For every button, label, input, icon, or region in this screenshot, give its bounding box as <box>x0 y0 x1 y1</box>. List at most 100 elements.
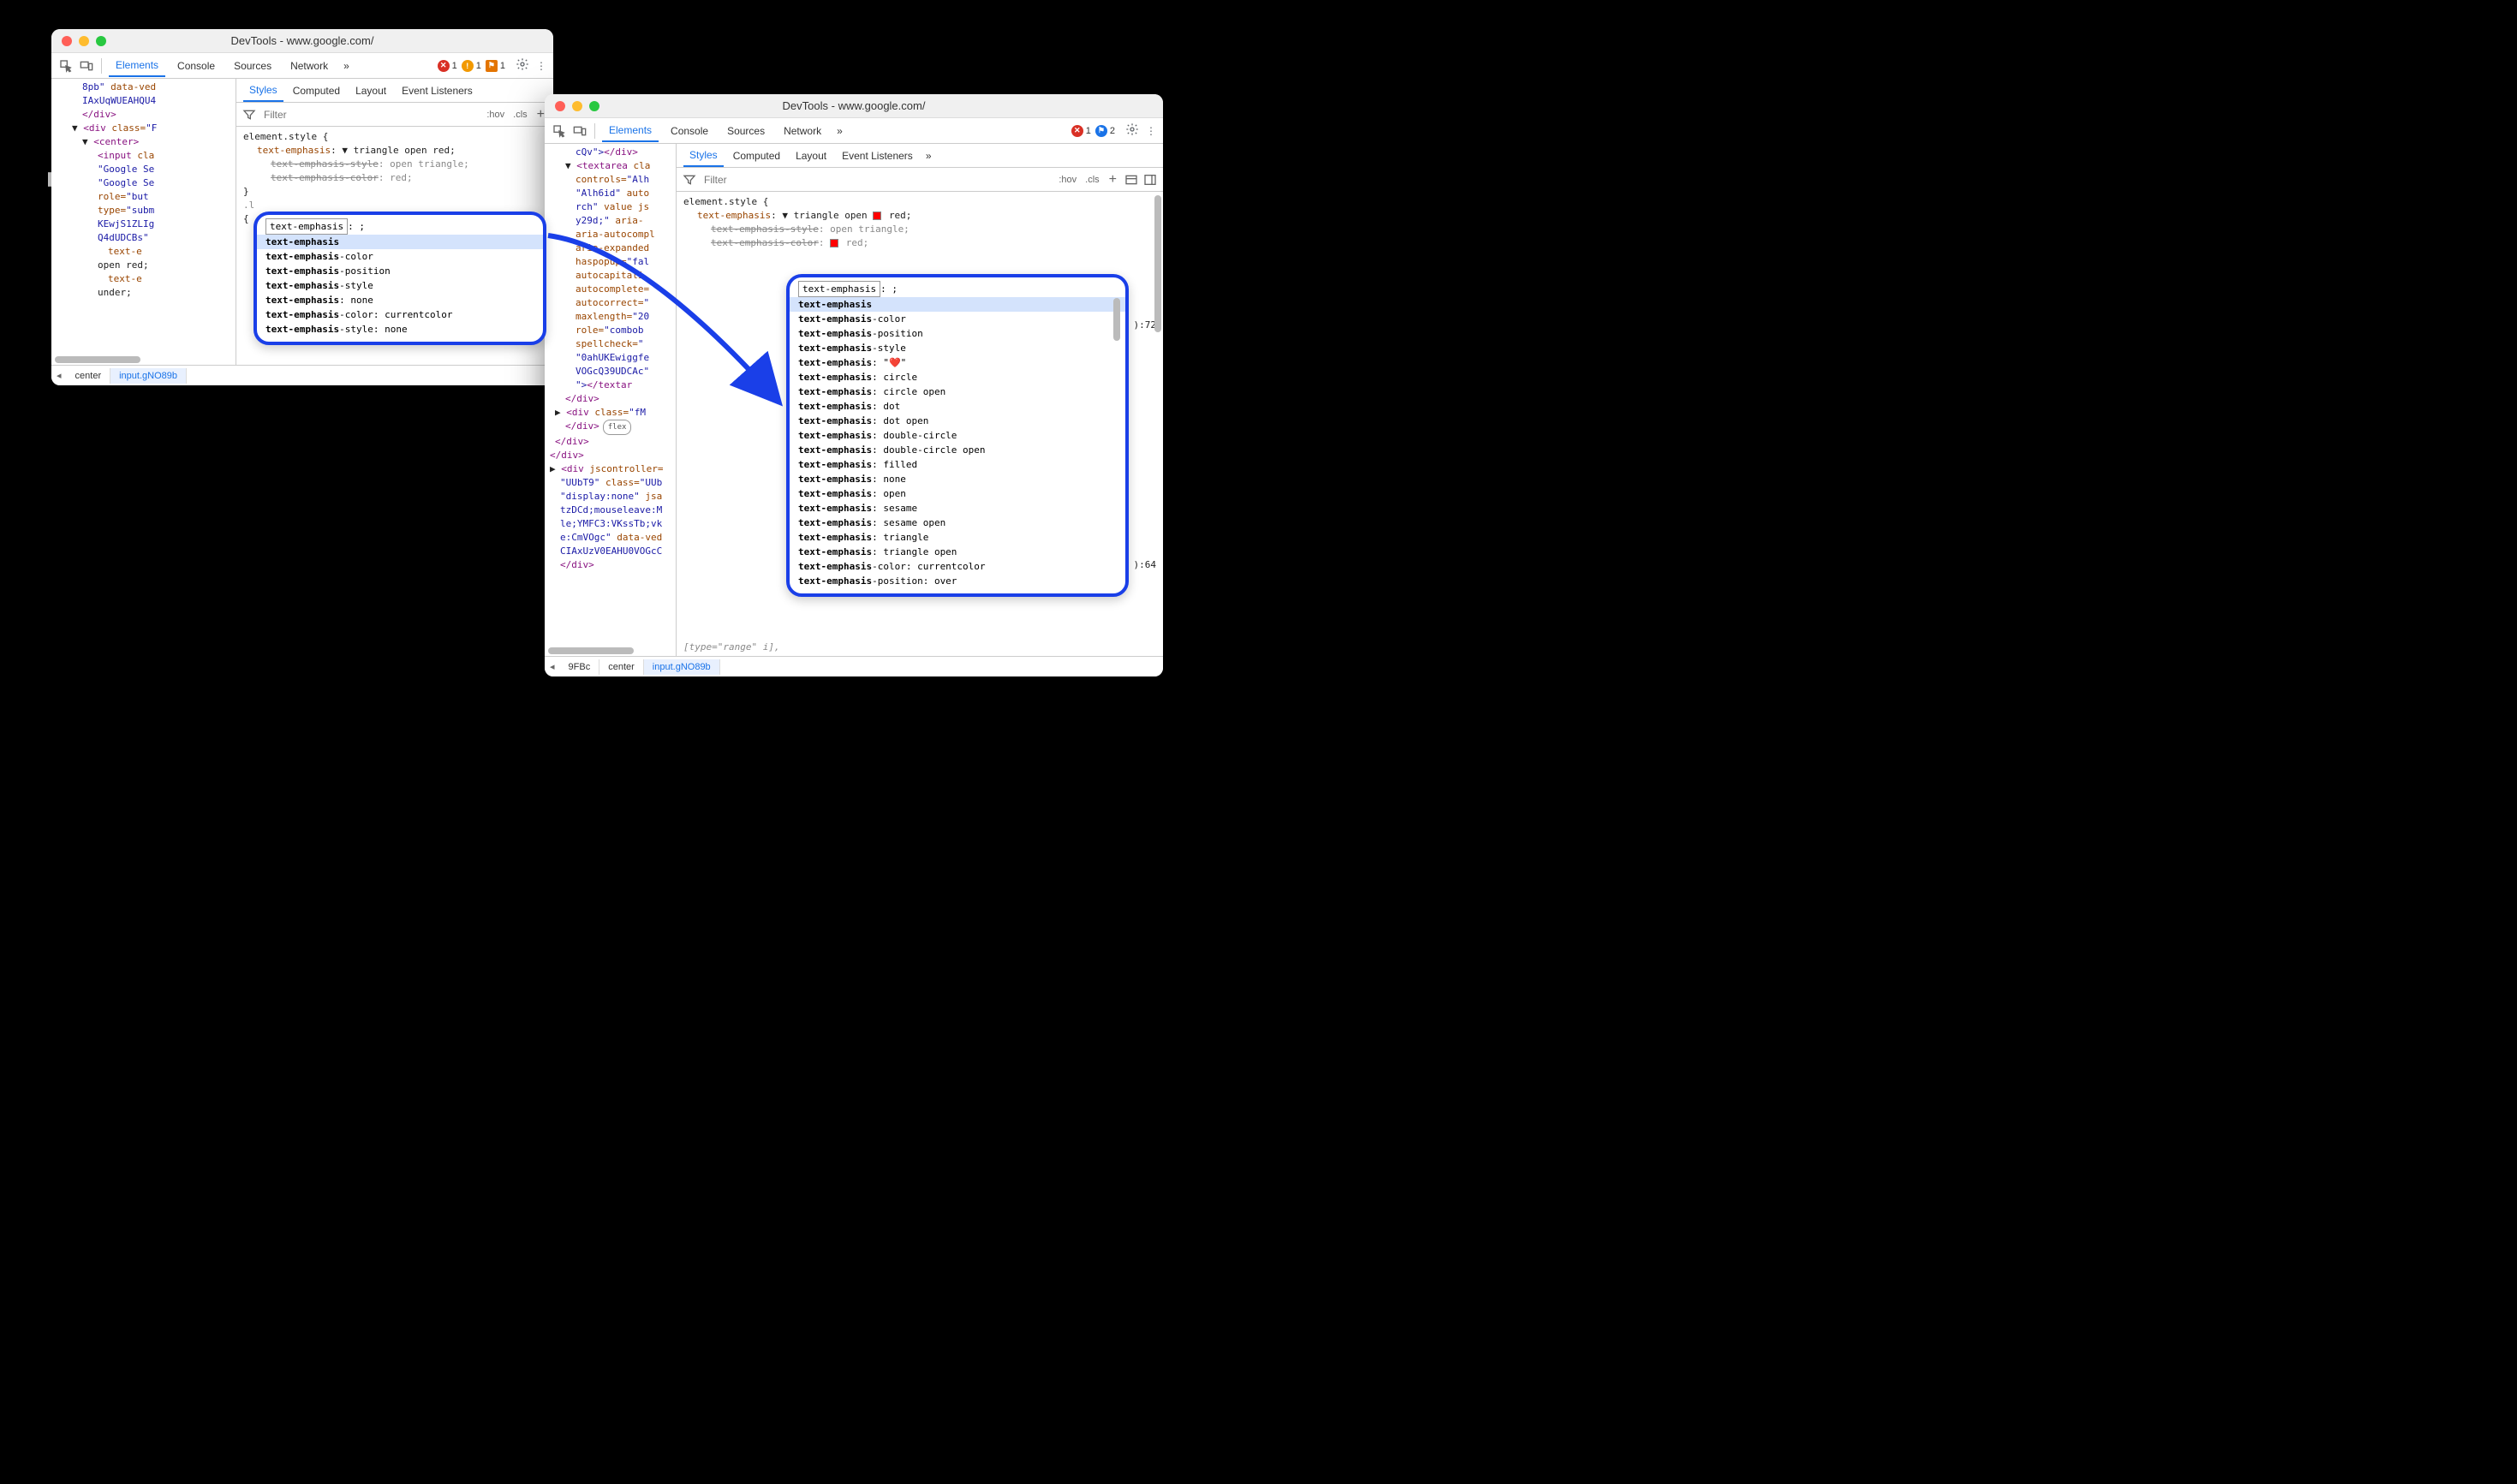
filter-row: :hov .cls + <box>677 168 1163 192</box>
breadcrumb-bar: ◂ 9FBc center input.gNO89b <box>545 656 1163 676</box>
autocomplete-item[interactable]: text-emphasis: none <box>790 472 1125 486</box>
more-icon[interactable]: ⋮ <box>1146 125 1156 137</box>
sidebar-toggle-icon[interactable] <box>1142 172 1158 188</box>
autocomplete-item[interactable]: text-emphasis: "❤️" <box>790 355 1125 370</box>
close-window-button[interactable] <box>555 101 565 111</box>
tab-console[interactable]: Console <box>664 121 715 141</box>
hov-button[interactable]: :hov <box>484 108 507 122</box>
window-title: DevTools - www.google.com/ <box>231 34 374 47</box>
css-property-input[interactable]: text-emphasis <box>265 218 348 235</box>
tab-sources[interactable]: Sources <box>227 56 278 76</box>
autocomplete-item[interactable]: text-emphasis: circle <box>790 370 1125 384</box>
issue-icon: ⚑ <box>486 60 498 72</box>
breadcrumb-bar: ◂ center input.gNO89b <box>51 365 553 385</box>
maximize-window-button[interactable] <box>589 101 599 111</box>
titlebar: DevTools - www.google.com/ <box>545 94 1163 118</box>
autocomplete-item[interactable]: text-emphasis: double-circle <box>790 428 1125 443</box>
cls-button[interactable]: .cls <box>1083 173 1102 187</box>
autocomplete-item[interactable]: text-emphasis-style <box>790 341 1125 355</box>
device-icon[interactable] <box>572 123 587 139</box>
tab-network[interactable]: Network <box>777 121 828 141</box>
filter-icon[interactable] <box>242 107 257 122</box>
close-window-button[interactable] <box>62 36 72 46</box>
autocomplete-item[interactable]: text-emphasis: double-circle open <box>790 443 1125 457</box>
side-tabs-overflow-icon[interactable]: » <box>922 148 935 164</box>
dom-tree-panel[interactable]: 8pb" data-ved IAxUqWUEAHQU4 </div> ▼ <di… <box>51 79 236 365</box>
breadcrumb-item[interactable]: center <box>67 368 111 384</box>
main-toolbar: Elements Console Sources Network » ✕1 !1… <box>51 53 553 79</box>
inspect-icon[interactable] <box>58 58 74 74</box>
breadcrumb-item[interactable]: center <box>599 659 644 675</box>
vertical-scrollbar[interactable] <box>1154 195 1161 332</box>
autocomplete-item[interactable]: text-emphasis: sesame open <box>790 516 1125 530</box>
settings-icon[interactable] <box>1125 122 1139 139</box>
autocomplete-item[interactable]: text-emphasis: triangle <box>790 530 1125 545</box>
autocomplete-item[interactable]: text-emphasis: dot <box>790 399 1125 414</box>
autocomplete-item[interactable]: text-emphasis-position <box>790 326 1125 341</box>
filter-input[interactable] <box>260 107 480 122</box>
autocomplete-item[interactable]: text-emphasis <box>257 235 543 249</box>
inspect-icon[interactable] <box>552 123 567 139</box>
tab-elements[interactable]: Elements <box>602 120 659 142</box>
autocomplete-item[interactable]: text-emphasis-style: none <box>257 322 543 337</box>
computed-toggle-icon[interactable] <box>1124 172 1139 188</box>
side-tab-layout[interactable]: Layout <box>790 146 832 166</box>
filter-icon[interactable] <box>682 172 697 188</box>
hov-button[interactable]: :hov <box>1056 173 1079 187</box>
autocomplete-item[interactable]: text-emphasis-style <box>257 278 543 293</box>
vertical-scrollbar[interactable] <box>1113 298 1120 341</box>
autocomplete-item[interactable]: text-emphasis-color: currentcolor <box>257 307 543 322</box>
tab-console[interactable]: Console <box>170 56 222 76</box>
error-icon: ✕ <box>1071 125 1083 137</box>
add-rule-button[interactable]: + <box>1106 172 1120 188</box>
side-tabs: Styles Computed Layout Event Listeners <box>236 79 553 103</box>
autocomplete-item[interactable]: text-emphasis-color <box>257 249 543 264</box>
tab-network[interactable]: Network <box>283 56 335 76</box>
breadcrumb-item-selected[interactable]: input.gNO89b <box>110 368 187 384</box>
autocomplete-popup-1: text-emphasis: ; text-emphasistext-empha… <box>253 212 546 345</box>
side-tab-listeners[interactable]: Event Listeners <box>396 80 479 101</box>
tabs-overflow-icon[interactable]: » <box>340 58 353 74</box>
breadcrumb-left-arrow[interactable]: ◂ <box>545 661 560 672</box>
autocomplete-item[interactable]: text-emphasis <box>790 297 1125 312</box>
cls-button[interactable]: .cls <box>510 108 530 122</box>
horizontal-scrollbar[interactable] <box>548 647 634 654</box>
tab-sources[interactable]: Sources <box>720 121 772 141</box>
more-icon[interactable]: ⋮ <box>536 60 546 72</box>
side-tab-computed[interactable]: Computed <box>287 80 346 101</box>
autocomplete-item[interactable]: text-emphasis: triangle open <box>790 545 1125 559</box>
minimize-window-button[interactable] <box>79 36 89 46</box>
filter-input[interactable] <box>701 172 1053 188</box>
autocomplete-item[interactable]: text-emphasis-position: over <box>790 574 1125 588</box>
autocomplete-item[interactable]: text-emphasis: circle open <box>790 384 1125 399</box>
side-tab-styles[interactable]: Styles <box>683 145 724 167</box>
horizontal-scrollbar[interactable] <box>55 356 140 363</box>
console-badges[interactable]: ✕1 ⚑2 <box>1071 125 1118 137</box>
side-tab-computed[interactable]: Computed <box>727 146 786 166</box>
breadcrumb-left-arrow[interactable]: ◂ <box>51 370 67 381</box>
autocomplete-item[interactable]: text-emphasis-position <box>257 264 543 278</box>
autocomplete-item[interactable]: text-emphasis-color <box>790 312 1125 326</box>
traffic-lights <box>555 101 599 111</box>
autocomplete-item[interactable]: text-emphasis: none <box>257 293 543 307</box>
settings-icon[interactable] <box>516 57 529 74</box>
dom-tree-panel[interactable]: cQv"></div> ▼ <textarea cla controls="Al… <box>545 144 677 656</box>
tab-elements[interactable]: Elements <box>109 55 165 77</box>
side-tab-listeners[interactable]: Event Listeners <box>836 146 919 166</box>
minimize-window-button[interactable] <box>572 101 582 111</box>
css-property-input[interactable]: text-emphasis <box>798 281 880 297</box>
maximize-window-button[interactable] <box>96 36 106 46</box>
device-icon[interactable] <box>79 58 94 74</box>
breadcrumb-item-selected[interactable]: input.gNO89b <box>644 659 720 675</box>
traffic-lights <box>62 36 106 46</box>
autocomplete-item[interactable]: text-emphasis: dot open <box>790 414 1125 428</box>
autocomplete-item[interactable]: text-emphasis-color: currentcolor <box>790 559 1125 574</box>
autocomplete-item[interactable]: text-emphasis: open <box>790 486 1125 501</box>
breadcrumb-item[interactable]: 9FBc <box>560 659 600 675</box>
side-tab-styles[interactable]: Styles <box>243 80 283 102</box>
autocomplete-item[interactable]: text-emphasis: sesame <box>790 501 1125 516</box>
side-tab-layout[interactable]: Layout <box>349 80 392 101</box>
autocomplete-item[interactable]: text-emphasis: filled <box>790 457 1125 472</box>
console-badges[interactable]: ✕1 !1 ⚑1 <box>438 60 509 72</box>
tabs-overflow-icon[interactable]: » <box>833 123 846 139</box>
